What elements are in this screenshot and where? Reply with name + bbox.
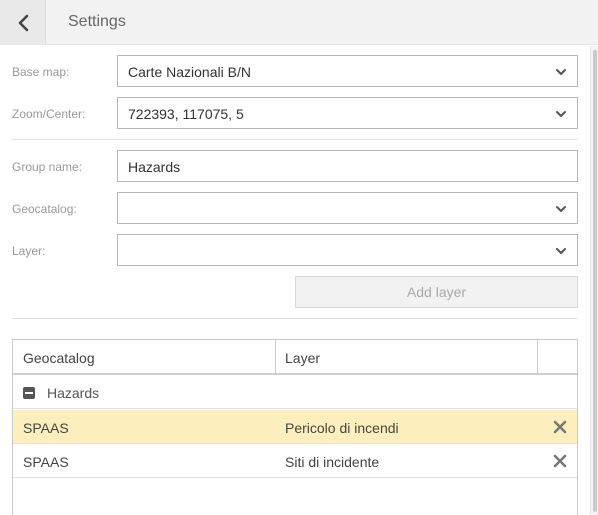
scrollbar[interactable] (590, 46, 598, 515)
scrollbar-thumb[interactable] (593, 50, 597, 512)
group-label: Hazards (47, 385, 100, 401)
column-header-actions (537, 340, 577, 375)
page-title: Settings (68, 13, 126, 30)
table-row[interactable]: SPAAS Pericolo di incendi (13, 410, 577, 444)
group-row-hazards[interactable]: Hazards (13, 376, 577, 409)
zoom-center-value: 722393, 117075, 5 (128, 106, 244, 122)
geocatalog-label: Geocatalog: (12, 202, 77, 216)
section-divider (12, 139, 578, 140)
add-layer-button[interactable]: Add layer (295, 276, 578, 308)
header-bar: Settings (0, 0, 598, 45)
table-header: Geocatalog Layer (13, 340, 577, 375)
row-layer: Siti di incidente (285, 454, 380, 470)
chevron-down-icon (556, 111, 566, 117)
base-map-label: Base map: (12, 65, 70, 79)
base-map-value: Carte Nazionali B/N (128, 64, 251, 80)
close-x-icon[interactable] (553, 454, 567, 468)
group-name-input[interactable]: Hazards (117, 150, 578, 182)
group-name-value: Hazards (128, 159, 181, 175)
layer-select[interactable] (117, 234, 578, 266)
column-header-layer[interactable]: Layer (275, 340, 537, 375)
row-geocatalog: SPAAS (23, 454, 69, 470)
chevron-left-icon (18, 14, 28, 31)
close-x-icon[interactable] (553, 420, 567, 434)
zoom-center-select[interactable]: 722393, 117075, 5 (117, 97, 578, 129)
collapse-minus-icon[interactable] (23, 387, 35, 399)
group-name-label: Group name: (12, 160, 83, 174)
row-layer: Pericolo di incendi (285, 420, 399, 436)
layers-table: Geocatalog Layer Hazards SPAAS Pericolo … (12, 339, 578, 515)
geocatalog-select[interactable] (117, 192, 578, 224)
section-divider (12, 318, 578, 319)
layer-label: Layer: (12, 244, 46, 258)
back-button[interactable] (0, 0, 46, 45)
chevron-down-icon (556, 206, 566, 212)
chevron-down-icon (556, 69, 566, 75)
zoom-center-label: Zoom/Center: (12, 107, 86, 121)
row-geocatalog: SPAAS (23, 420, 69, 436)
base-map-select[interactable]: Carte Nazionali B/N (117, 55, 578, 87)
table-row[interactable]: SPAAS Siti di incidente (13, 444, 577, 478)
chevron-down-icon (556, 248, 566, 254)
column-header-geocatalog[interactable]: Geocatalog (13, 340, 275, 375)
